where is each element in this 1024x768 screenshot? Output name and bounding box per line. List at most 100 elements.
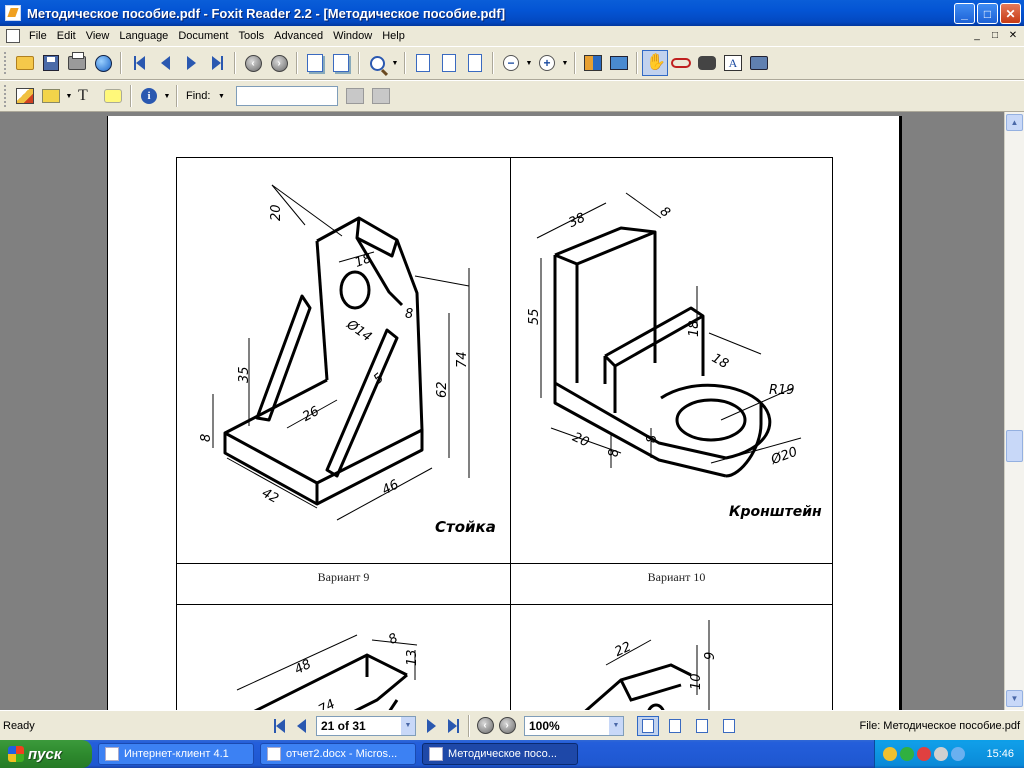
zoom-in-button[interactable]: [364, 50, 390, 76]
find-prev-button[interactable]: [342, 83, 368, 109]
zoom-plus-dropdown-arrow-icon[interactable]: ▼: [560, 60, 570, 67]
info-button[interactable]: i: [136, 83, 162, 109]
save-button[interactable]: [38, 50, 64, 76]
pdf-page: 20 18 8 Ø14 5 35 26 8 42 46 62 74 Стойка: [107, 116, 902, 710]
zoom-dropdown-arrow-icon[interactable]: ▼: [390, 60, 400, 67]
status-last-page-button[interactable]: [442, 716, 464, 736]
open-button[interactable]: [12, 50, 38, 76]
tray-icon[interactable]: [951, 747, 965, 761]
first-page-button[interactable]: [126, 50, 152, 76]
title-bar[interactable]: Методическое пособие.pdf - Foxit Reader …: [0, 0, 1024, 26]
fullscreen-button[interactable]: [606, 50, 632, 76]
next-page-icon: [186, 56, 196, 70]
scroll-down-button[interactable]: ▼: [1006, 690, 1023, 707]
email-button[interactable]: [90, 50, 116, 76]
loupe-tool-button[interactable]: [668, 50, 694, 76]
zoom-plus-button[interactable]: +: [534, 50, 560, 76]
menu-help[interactable]: Help: [377, 30, 410, 42]
fit-page-button[interactable]: [436, 50, 462, 76]
menu-edit[interactable]: Edit: [52, 30, 81, 42]
dim-label: 10: [689, 673, 704, 690]
hand-tool-button[interactable]: ✋: [642, 50, 668, 76]
highlight-dropdown-arrow-icon[interactable]: ▼: [64, 93, 74, 100]
toolbar-grip[interactable]: [4, 52, 8, 74]
clock[interactable]: 15:46: [986, 748, 1014, 760]
dim-label: 48: [292, 657, 314, 678]
taskbar-item-internet-client[interactable]: Интернет-клиент 4.1: [98, 743, 254, 765]
copy-page-button[interactable]: [328, 50, 354, 76]
actual-size-button[interactable]: [410, 50, 436, 76]
find-tool-button[interactable]: [694, 50, 720, 76]
next-page-button[interactable]: [178, 50, 204, 76]
windows-flag-icon: [8, 746, 24, 762]
tray-icon[interactable]: [883, 747, 897, 761]
scroll-thumb[interactable]: [1006, 430, 1023, 462]
prev-page-button[interactable]: [152, 50, 178, 76]
foxit-app-icon[interactable]: [5, 5, 21, 21]
scroll-up-button[interactable]: ▲: [1006, 114, 1023, 131]
menu-advanced[interactable]: Advanced: [269, 30, 328, 42]
status-back-button[interactable]: ‹: [474, 716, 496, 736]
fit-width-button[interactable]: [462, 50, 488, 76]
toolbar-grip[interactable]: [4, 85, 8, 107]
status-forward-button[interactable]: ›: [496, 716, 518, 736]
tray-icon[interactable]: [900, 747, 914, 761]
page-rotate-icon: [307, 54, 323, 72]
minimize-button[interactable]: _: [954, 3, 975, 24]
tray-icon[interactable]: [917, 747, 931, 761]
document-view[interactable]: 20 18 8 Ø14 5 35 26 8 42 46 62 74 Стойка: [0, 112, 1004, 710]
back-button[interactable]: ‹: [240, 50, 266, 76]
single-page-view-button[interactable]: [637, 715, 659, 736]
volume-icon[interactable]: [934, 747, 948, 761]
continuous-facing-view-button[interactable]: [718, 716, 740, 736]
page-dropdown-arrow-icon[interactable]: ▼: [401, 716, 415, 735]
status-prev-page-button[interactable]: [290, 716, 312, 736]
menu-view[interactable]: View: [81, 30, 115, 42]
first-page-arrow-icon: [275, 718, 285, 733]
find-next-button[interactable]: [368, 83, 394, 109]
find-options-arrow-icon[interactable]: ▼: [216, 93, 226, 100]
toolbar-separator: [636, 52, 638, 74]
text-select-icon: A: [724, 55, 742, 71]
taskbar-item-word[interactable]: отчет2.docx - Micros...: [260, 743, 416, 765]
doc-close-button[interactable]: ✕: [1006, 29, 1020, 42]
dim-label: R19: [769, 383, 795, 398]
zoom-level-dropdown-arrow-icon[interactable]: ▼: [609, 716, 623, 735]
typewriter-button[interactable]: T: [74, 83, 100, 109]
pencil-tool-button[interactable]: [12, 83, 38, 109]
menu-window[interactable]: Window: [328, 30, 377, 42]
doc-minimize-button[interactable]: _: [970, 29, 984, 42]
menu-language[interactable]: Language: [114, 30, 173, 42]
snapshot-button[interactable]: [746, 50, 772, 76]
bookmarks-button[interactable]: [580, 50, 606, 76]
caption-variant-10: Вариант 10: [647, 570, 706, 584]
note-tool-button[interactable]: [100, 83, 126, 109]
zoom-level-field[interactable]: 100% ▼: [524, 715, 624, 736]
find-input[interactable]: [236, 86, 339, 106]
menu-document[interactable]: Document: [173, 30, 233, 42]
select-text-button[interactable]: A: [720, 50, 746, 76]
menu-tools[interactable]: Tools: [233, 30, 269, 42]
bookmark-icon: [584, 55, 602, 71]
rotate-button[interactable]: [302, 50, 328, 76]
highlight-tool-button[interactable]: [38, 83, 64, 109]
document-icon[interactable]: [6, 29, 20, 43]
last-page-button[interactable]: [204, 50, 230, 76]
print-button[interactable]: [64, 50, 90, 76]
zoom-out-button[interactable]: −: [498, 50, 524, 76]
page-number-field[interactable]: 21 of 31 ▼: [316, 715, 416, 736]
status-next-page-button[interactable]: [420, 716, 442, 736]
close-button[interactable]: ✕: [1000, 3, 1021, 24]
vertical-scrollbar[interactable]: ▲ ▼: [1004, 112, 1024, 710]
forward-button[interactable]: ›: [266, 50, 292, 76]
start-button[interactable]: пуск: [0, 740, 92, 768]
doc-restore-button[interactable]: □: [988, 29, 1002, 42]
menu-file[interactable]: File: [24, 30, 52, 42]
facing-view-button[interactable]: [691, 716, 713, 736]
zoom-out-dropdown-arrow-icon[interactable]: ▼: [524, 60, 534, 67]
maximize-button[interactable]: □: [977, 3, 998, 24]
status-first-page-button[interactable]: [268, 716, 290, 736]
continuous-view-button[interactable]: [664, 716, 686, 736]
info-dropdown-arrow-icon[interactable]: ▼: [162, 93, 172, 100]
taskbar-item-foxit[interactable]: Методическое посо...: [422, 743, 578, 765]
